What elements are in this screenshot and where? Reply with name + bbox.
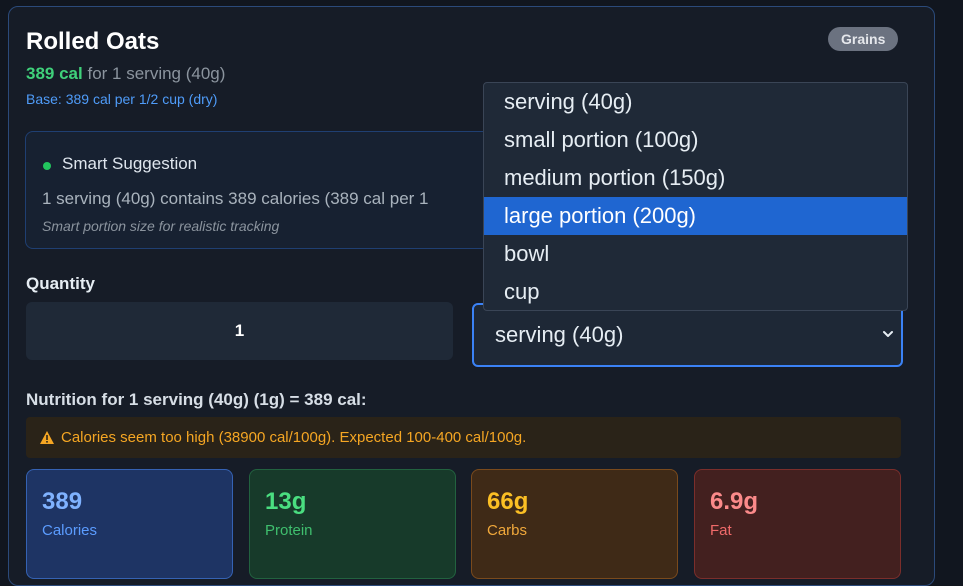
protein-tile: 13g Protein	[249, 469, 456, 579]
status-dot-icon	[43, 162, 51, 170]
unit-option[interactable]: bowl	[484, 235, 907, 273]
calorie-warning: Calories seem too high (38900 cal/100g).…	[26, 417, 901, 458]
unit-dropdown-list: serving (40g) small portion (100g) mediu…	[483, 82, 908, 311]
unit-select-value: serving (40g)	[495, 322, 624, 347]
fat-tile: 6.9g Fat	[694, 469, 901, 579]
tile-label: Calories	[42, 522, 98, 539]
tile-label: Carbs	[487, 522, 528, 539]
unit-option-highlighted[interactable]: large portion (200g)	[484, 197, 907, 235]
unit-option[interactable]: cup	[484, 273, 907, 310]
tile-value: 389	[42, 488, 83, 515]
calorie-summary: 389 cal for 1 serving (40g)	[26, 64, 225, 84]
warning-icon	[40, 431, 54, 444]
category-badge: Grains	[828, 27, 899, 51]
unit-option[interactable]: small portion (100g)	[484, 121, 907, 159]
carbs-tile: 66g Carbs	[471, 469, 678, 579]
tile-label: Protein	[265, 522, 313, 539]
warning-text: Calories seem too high (38900 cal/100g).…	[61, 429, 527, 446]
tile-value: 66g	[487, 488, 529, 515]
tile-label: Fat	[710, 522, 732, 539]
tile-value: 13g	[265, 488, 307, 515]
unit-option[interactable]: serving (40g)	[484, 83, 907, 121]
calorie-value: 389 cal	[26, 64, 83, 83]
quantity-input[interactable]: 1	[26, 302, 453, 360]
calories-tile: 389 Calories	[26, 469, 233, 579]
base-calories: Base: 389 cal per 1/2 cup (dry)	[26, 91, 218, 107]
suggestion-body: 1 serving (40g) contains 389 calories (3…	[42, 189, 429, 208]
suggestion-note: Smart portion size for realistic trackin…	[42, 218, 280, 234]
unit-option[interactable]: medium portion (150g)	[484, 159, 907, 197]
nutrition-heading: Nutrition for 1 serving (40g) (1g) = 389…	[26, 390, 367, 409]
tile-value: 6.9g	[710, 488, 759, 515]
quantity-label: Quantity	[26, 274, 95, 293]
serving-text: for 1 serving (40g)	[87, 64, 226, 83]
suggestion-heading: Smart Suggestion	[62, 154, 198, 173]
food-title: Rolled Oats	[26, 28, 160, 55]
unit-select[interactable]: serving (40g)	[472, 303, 903, 367]
chevron-down-icon	[883, 331, 893, 337]
